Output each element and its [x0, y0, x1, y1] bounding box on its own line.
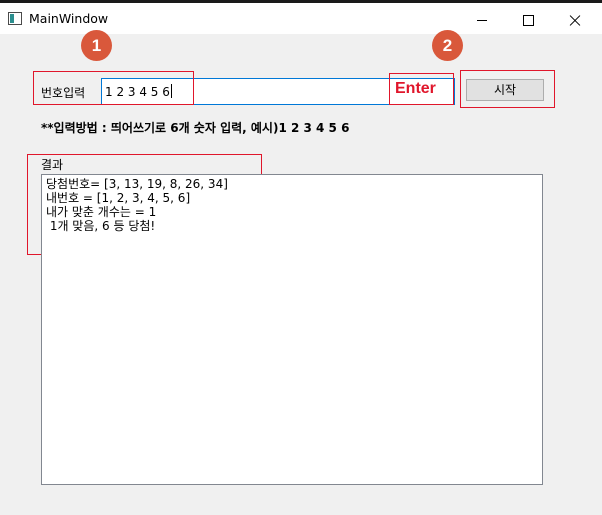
result-text-area[interactable]: 당첨번호= [3, 13, 19, 8, 26, 34] 내번호 = [1, 2… — [41, 174, 543, 485]
result-line: 1개 맞음, 6 등 당첨! — [46, 219, 156, 233]
annotation-box-enter — [389, 73, 454, 105]
annotation-badge-1: 1 — [81, 30, 112, 61]
app-window-icon — [8, 12, 22, 25]
annotation-badge-2: 2 — [432, 30, 463, 61]
annotation-box-start — [460, 70, 555, 108]
maximize-button[interactable] — [505, 6, 551, 34]
result-line: 내번호 = [1, 2, 3, 4, 5, 6] — [46, 191, 191, 205]
result-line: 당첨번호= [3, 13, 19, 8, 26, 34] — [46, 177, 228, 191]
input-hint: **입력방법 : 띄어쓰기로 6개 숫자 입력, 예시)1 2 3 4 5 6 — [41, 121, 350, 135]
close-button[interactable] — [552, 6, 598, 34]
minimize-button[interactable] — [459, 6, 505, 34]
annotation-box-input — [33, 71, 194, 105]
result-label: 결과 — [41, 158, 64, 172]
result-line: 내가 맞춘 개수는 = 1 — [46, 205, 157, 219]
title-bar[interactable]: MainWindow — [0, 3, 602, 34]
window-title: MainWindow — [29, 11, 109, 26]
